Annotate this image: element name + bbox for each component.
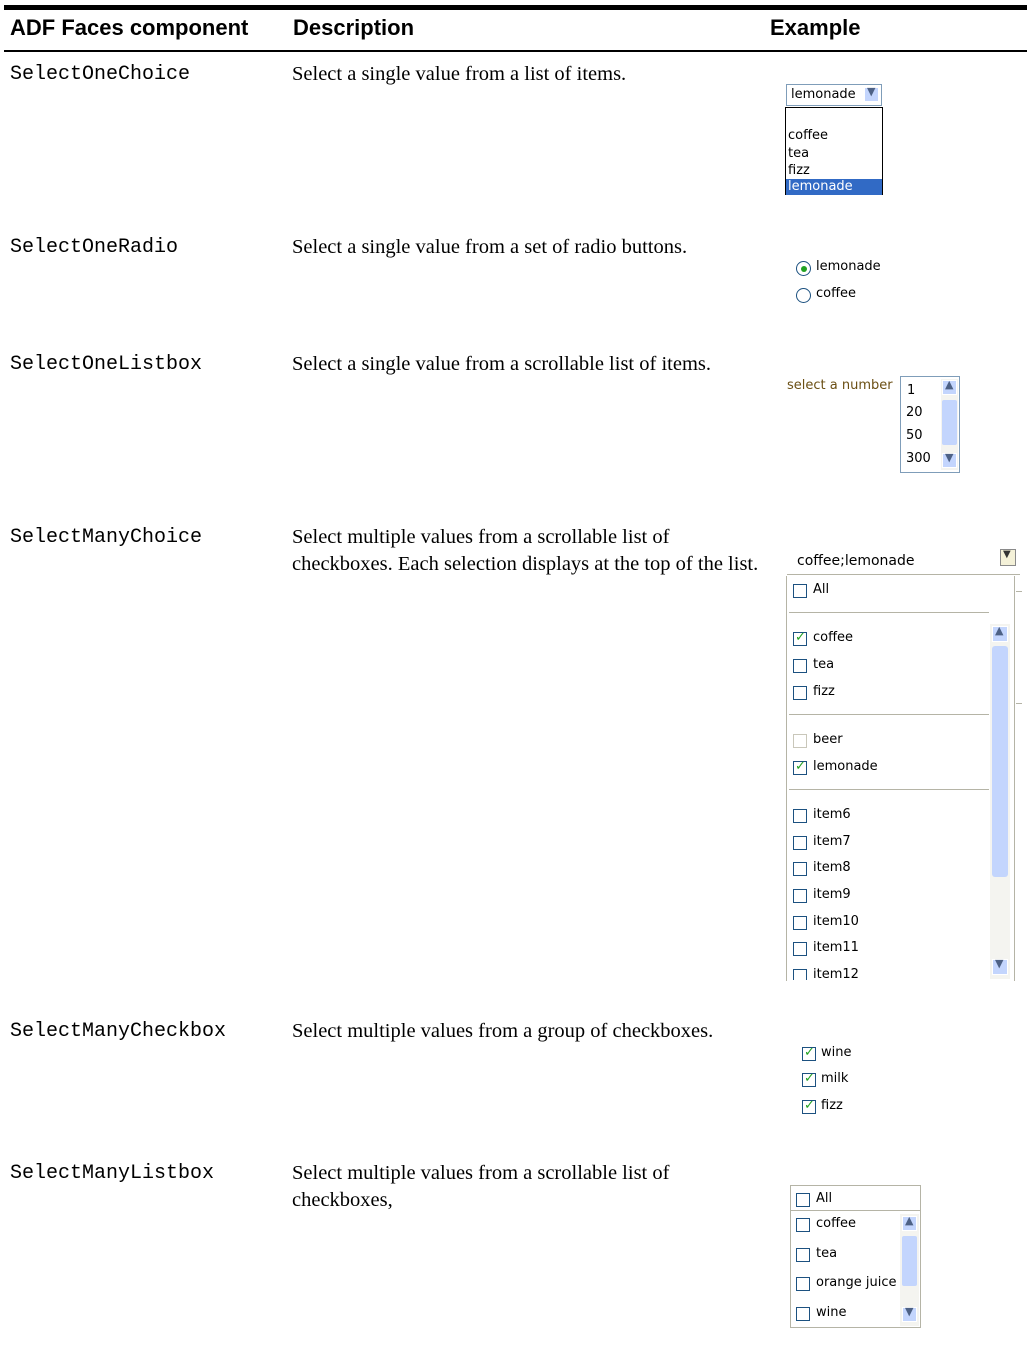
selected-value: lemonade bbox=[791, 87, 856, 102]
group-divider bbox=[791, 1210, 920, 1211]
checkbox-label: item8 bbox=[813, 860, 851, 875]
radio-label: lemonade bbox=[816, 259, 881, 274]
component-name: SelectOneListbox bbox=[10, 353, 203, 376]
list-item[interactable]: tea bbox=[788, 145, 809, 163]
checkbox[interactable] bbox=[793, 659, 807, 673]
scroll-up-icon[interactable]: ▲ bbox=[902, 1214, 917, 1231]
group-divider bbox=[789, 714, 989, 715]
component-description: Select multiple values from a scrollable… bbox=[292, 1162, 670, 1211]
number-listbox[interactable]: 1 20 50 300 ▲ ▼ bbox=[900, 376, 960, 473]
scroll-up-icon[interactable]: ▲ bbox=[942, 378, 957, 395]
checkbox[interactable] bbox=[802, 1045, 816, 1061]
checkbox-label: fizz bbox=[813, 684, 835, 699]
list-item-selected[interactable]: lemonade bbox=[786, 179, 882, 195]
checkbox-label: coffee bbox=[816, 1216, 857, 1231]
select-one-choice-box[interactable]: lemonade ▼ bbox=[786, 84, 882, 106]
checkbox-label: tea bbox=[813, 657, 835, 672]
list-item[interactable]: 1 bbox=[907, 383, 915, 398]
checkbox-label: item9 bbox=[813, 887, 851, 902]
checkbox-label: All bbox=[813, 582, 830, 597]
checkbox[interactable] bbox=[793, 630, 807, 646]
group-divider bbox=[789, 612, 989, 613]
component-description: Select multiple values from a group of c… bbox=[292, 1020, 714, 1042]
checkbox[interactable] bbox=[796, 1248, 810, 1262]
scroll-thumb[interactable] bbox=[992, 646, 1008, 877]
checkbox[interactable] bbox=[793, 836, 807, 850]
component-description: Select a single value from a list of ite… bbox=[292, 63, 627, 85]
list-item[interactable]: coffee bbox=[788, 127, 828, 145]
checkbox-label: wine bbox=[821, 1045, 852, 1060]
checkbox[interactable] bbox=[793, 686, 807, 700]
checkbox-label: orange juice bbox=[816, 1275, 897, 1290]
scroll-thumb[interactable] bbox=[942, 400, 957, 445]
component-name: SelectManyCheckbox bbox=[10, 1020, 227, 1043]
header-component: ADF Faces component bbox=[10, 15, 249, 40]
component-name: SelectManyChoice bbox=[10, 526, 203, 549]
component-description: Select a single value from a scrollable … bbox=[292, 353, 711, 375]
checkbox[interactable] bbox=[802, 1098, 816, 1114]
checkbox[interactable] bbox=[796, 1307, 810, 1321]
checkbox[interactable] bbox=[793, 809, 807, 823]
radio-button-selected[interactable] bbox=[796, 261, 811, 276]
scroll-down-icon[interactable]: ▼ bbox=[992, 957, 1008, 975]
checkbox[interactable] bbox=[793, 916, 807, 930]
scrollbar[interactable]: ▲ ▼ bbox=[990, 624, 1010, 979]
checkbox-label: item12 bbox=[813, 967, 859, 980]
checkbox[interactable] bbox=[793, 759, 807, 775]
scrollbar[interactable]: ▲ ▼ bbox=[941, 378, 958, 470]
checkbox-label: fizz bbox=[821, 1098, 843, 1113]
checkbox-label: item7 bbox=[813, 834, 851, 849]
component-name: SelectOneRadio bbox=[10, 236, 179, 259]
component-name: SelectOneChoice bbox=[10, 63, 191, 86]
checkbox-label: item11 bbox=[813, 940, 859, 955]
dropdown-arrow-icon[interactable]: ▼ bbox=[864, 85, 879, 102]
checkbox[interactable] bbox=[793, 584, 807, 598]
checkbox-label: wine bbox=[816, 1305, 847, 1320]
checkbox-label: tea bbox=[816, 1246, 838, 1261]
radio-label: coffee bbox=[816, 286, 857, 301]
header-description: Description bbox=[293, 15, 415, 40]
checkbox[interactable] bbox=[796, 1218, 810, 1232]
selected-values: coffee;lemonade bbox=[797, 553, 915, 569]
dropdown-arrow-icon[interactable]: ▼ bbox=[1000, 549, 1016, 566]
component-description: Select a single value from a set of radi… bbox=[292, 236, 688, 258]
header-example: Example bbox=[770, 15, 861, 40]
table-top-rule bbox=[4, 5, 1027, 10]
checkbox-label: item6 bbox=[813, 807, 851, 822]
radio-dot-icon bbox=[800, 265, 807, 272]
checkbox-label: All bbox=[816, 1191, 833, 1206]
component-name: SelectManyListbox bbox=[10, 1162, 215, 1185]
dropdown-list: coffee tea fizz lemonade bbox=[785, 107, 883, 195]
scroll-down-icon[interactable]: ▼ bbox=[942, 451, 957, 468]
listbox-label: select a number bbox=[787, 378, 893, 393]
checkbox[interactable] bbox=[796, 1193, 810, 1207]
checkbox-label: lemonade bbox=[813, 759, 878, 774]
scroll-thumb[interactable] bbox=[902, 1236, 917, 1286]
component-description: Select multiple values from a scrollable… bbox=[292, 526, 759, 575]
header-rule bbox=[4, 50, 1027, 52]
checkbox-label: milk bbox=[821, 1071, 849, 1086]
checkbox[interactable] bbox=[802, 1071, 816, 1087]
checkbox[interactable] bbox=[796, 1277, 810, 1291]
checkbox[interactable] bbox=[793, 889, 807, 903]
scroll-down-icon[interactable]: ▼ bbox=[902, 1305, 917, 1322]
scroll-up-icon[interactable]: ▲ bbox=[992, 624, 1008, 642]
select-many-choice-field[interactable]: coffee;lemonade ▼ bbox=[787, 548, 1020, 575]
list-item[interactable]: 50 bbox=[906, 428, 923, 443]
checkbox-label: item10 bbox=[813, 914, 859, 929]
radio-button[interactable] bbox=[796, 288, 811, 303]
checkbox-label: coffee bbox=[813, 630, 854, 645]
checkbox[interactable] bbox=[793, 969, 807, 980]
group-divider bbox=[789, 789, 989, 790]
list-item[interactable]: 300 bbox=[906, 451, 931, 466]
checkbox-disabled bbox=[793, 734, 807, 748]
scrollbar[interactable]: ▲ ▼ bbox=[900, 1214, 919, 1326]
checkbox[interactable] bbox=[793, 862, 807, 876]
list-item[interactable]: fizz bbox=[788, 162, 810, 180]
clipped-item: item12 bbox=[786, 962, 989, 980]
checkbox-label: beer bbox=[813, 732, 843, 747]
checkbox[interactable] bbox=[793, 942, 807, 956]
list-item[interactable]: 20 bbox=[906, 405, 923, 420]
